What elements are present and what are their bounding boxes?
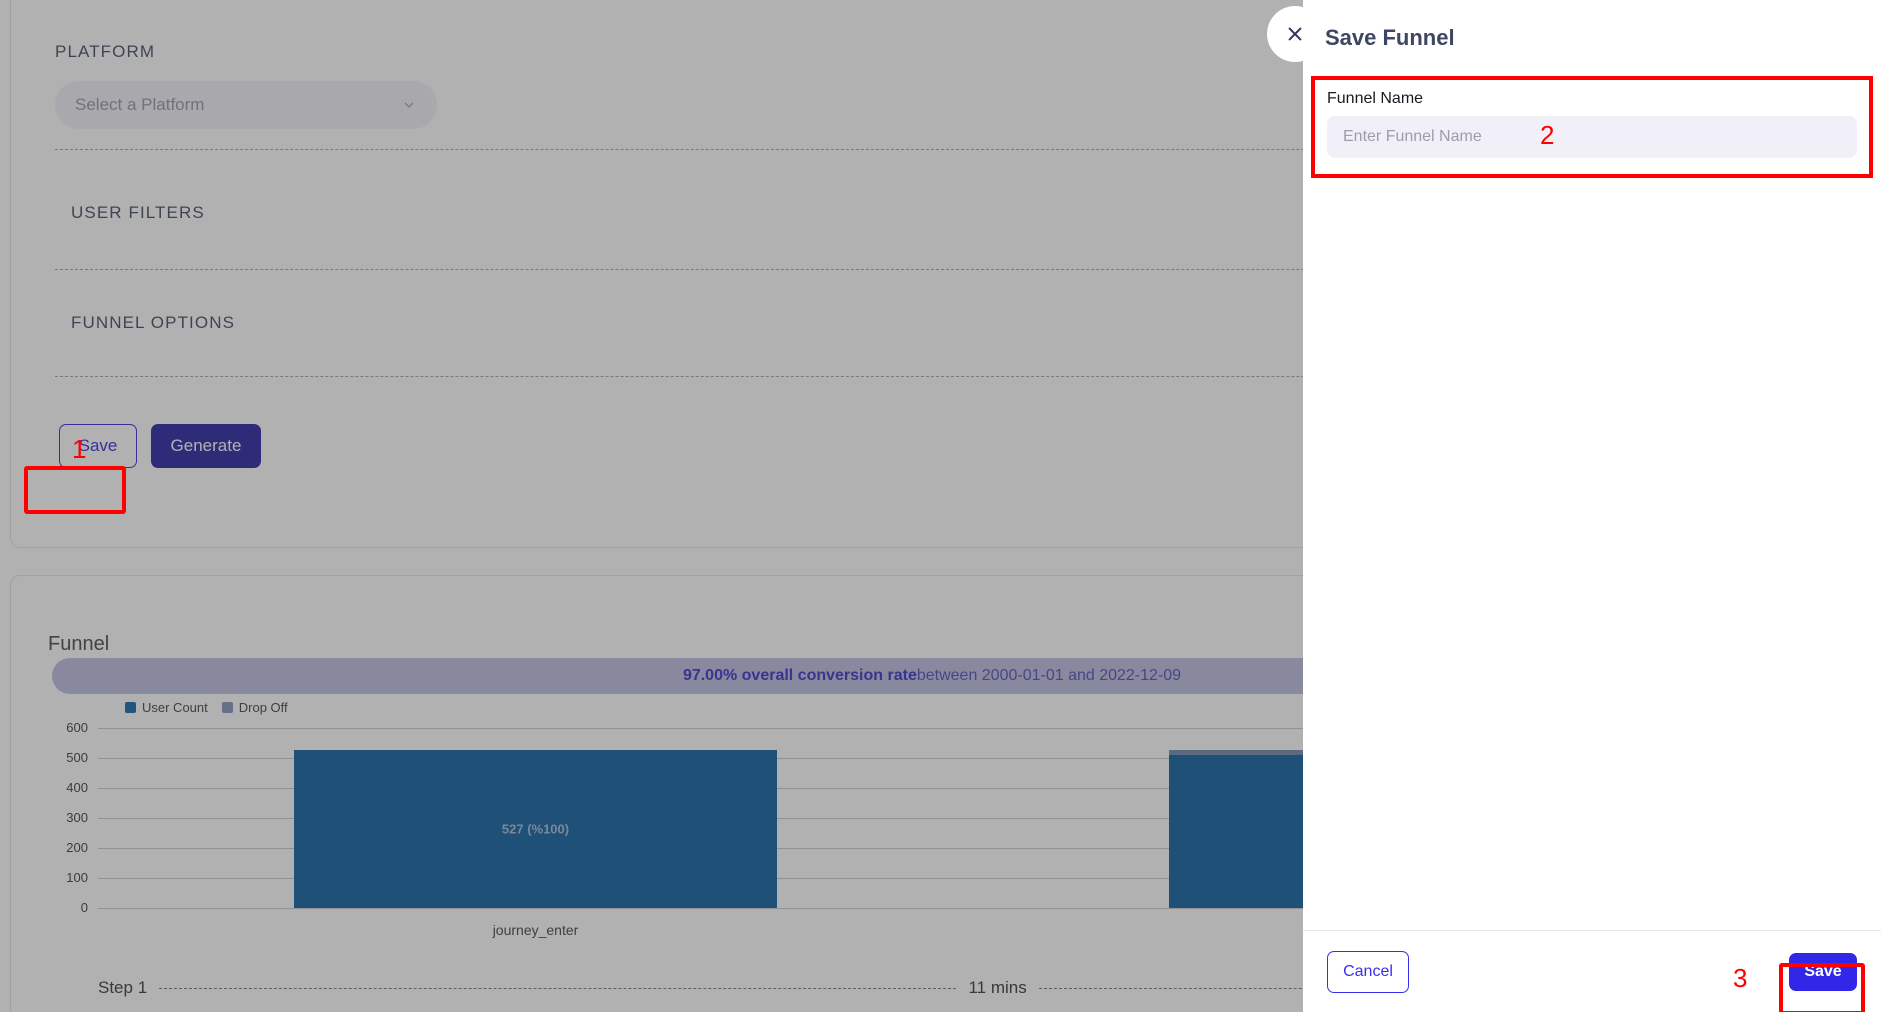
modal-save-area: Save	[1789, 952, 1857, 991]
funnel-name-field-group: Funnel Name	[1311, 76, 1873, 178]
cancel-button[interactable]: Cancel	[1327, 950, 1409, 993]
modal-footer: Cancel Save	[1303, 930, 1881, 1012]
modal-header: Save Funnel	[1303, 0, 1881, 76]
funnel-name-label: Funnel Name	[1327, 90, 1424, 107]
annotation-number-2: 2	[1540, 120, 1555, 150]
annotation-number-3: 3	[1733, 963, 1748, 993]
screen-root: 2000-01-01 - 2022-12-09 PLATFORM Select …	[0, 0, 1881, 1012]
funnel-name-input[interactable]	[1327, 116, 1857, 158]
modal-save-button[interactable]: Save	[1789, 952, 1857, 991]
modal-body: Funnel Name	[1303, 76, 1881, 930]
annotation-number-1: 1	[72, 434, 87, 464]
save-funnel-modal: Save Funnel Funnel Name Cancel Save	[1267, 0, 1881, 1012]
modal-title: Save Funnel	[1325, 25, 1455, 50]
close-icon[interactable]	[1267, 6, 1323, 62]
